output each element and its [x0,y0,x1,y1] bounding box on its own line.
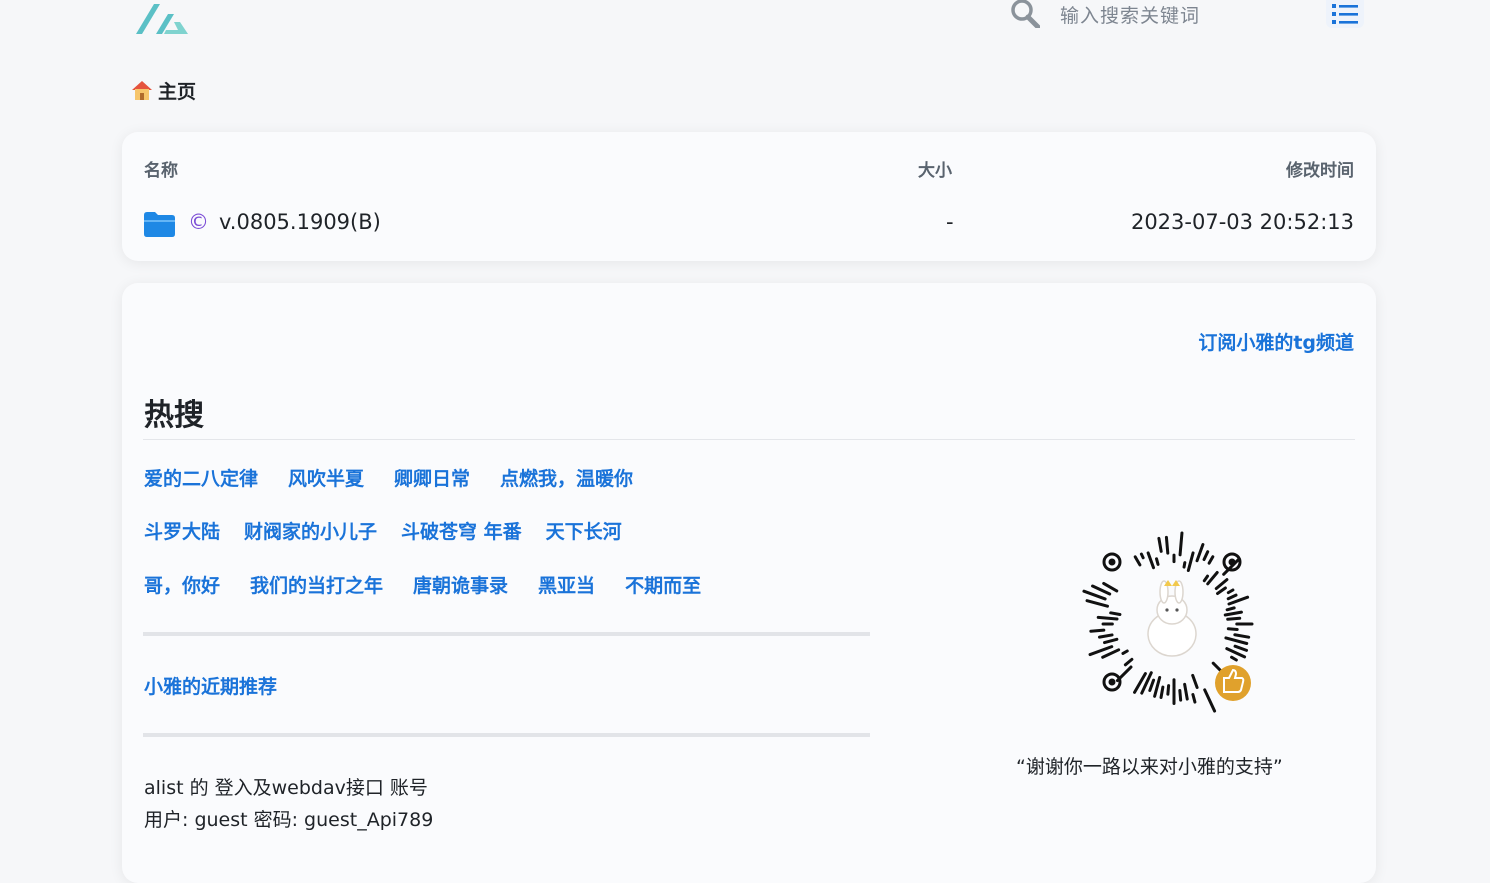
search-icon [1011,0,1040,28]
thanks-caption: “谢谢你一路以来对小雅的支持” [1016,756,1283,778]
hot-search-link[interactable]: 哥，你好 [144,571,220,598]
qr-dash [1159,685,1165,700]
qr-dash [1157,536,1163,553]
qr-dash [1223,610,1243,617]
account-credentials-line: 用户: guest 密码: guest_Api789 [144,809,434,831]
search-placeholder: 输入搜索关键词 [1060,4,1201,27]
header: 输入搜索关键词 [0,0,1490,60]
qr-dash [1082,589,1107,601]
hot-search-row: 爱的二八定律 风吹半夏 卿卿日常 点燃我，温暖你 [144,464,663,491]
house-icon [132,81,152,100]
qr-dash [1155,557,1160,566]
qr-dash [1164,535,1170,555]
hot-search-link[interactable]: 唐朝诡事录 [413,571,508,598]
divider [143,733,870,737]
hot-search-row: 斗罗大陆 财阀家的小儿子 斗破苍穹 年番 天下长河 [144,517,646,544]
hot-search-link[interactable]: 风吹半夏 [288,464,364,491]
alist-logo-icon[interactable] [134,0,190,36]
hot-search-title: 热搜 [144,398,204,433]
qr-dash [1101,648,1121,659]
qr-dash [1089,628,1106,633]
qr-dash [1139,552,1145,560]
qr-dash [1206,571,1219,586]
qr-dash [1109,611,1122,616]
qr-dash [1233,633,1251,639]
file-name[interactable]: © v.0805.1909(B) [188,210,381,234]
qr-dash [1226,593,1238,601]
qr-dash [1233,644,1249,652]
menu-button[interactable] [1326,0,1364,28]
recommend-link[interactable]: 小雅的近期推荐 [144,672,277,699]
qr-dash [1202,550,1210,562]
file-modified: 2023-07-03 20:52:13 [1130,210,1354,234]
qr-dash [1102,581,1119,593]
hot-search-link[interactable]: 点燃我，温暖你 [500,464,633,491]
qr-dash [1182,561,1187,569]
qr-dash [1226,616,1242,621]
qr-dash [1224,636,1249,645]
qr-dash [1226,627,1239,632]
qr-dash [1121,649,1129,655]
qr-dash [1133,555,1142,567]
column-header-modified[interactable]: 修改时间 [1286,156,1354,181]
qr-dash [1191,693,1197,704]
search-box[interactable]: 输入搜索关键词 [1010,0,1200,28]
qr-dash [1091,584,1112,596]
breadcrumb-home-label: 主页 [158,80,197,103]
column-header-size[interactable]: 大小 [918,156,952,181]
tg-channel-link[interactable]: 订阅小雅的tg频道 [1198,328,1354,355]
qr-dash [1097,633,1114,639]
qr-dash [1202,574,1210,583]
hot-search-link[interactable]: 财阀家的小儿子 [244,517,377,544]
qr-dash [1178,531,1184,557]
hot-search-link[interactable]: 黑亚当 [538,571,595,598]
qr-dash [1085,599,1109,608]
qr-dash [1148,678,1156,692]
qr-dash [1230,655,1238,662]
hot-search-link[interactable]: 卿卿日常 [394,464,470,491]
folder-icon [144,212,175,237]
divider [143,439,1355,440]
qr-dash [1203,688,1217,713]
qr-dash [1225,606,1236,612]
divider [143,632,870,636]
file-name-text: v.0805.1909(B) [219,210,381,234]
qr-dash [1178,689,1183,702]
qr-dash [1191,673,1199,689]
account-info-line: alist 的 登入及webdav接口 账号 [144,777,428,799]
hot-search-link[interactable]: 斗破苍穹 年番 [401,517,522,544]
qr-dash [1207,555,1215,565]
hot-search-link[interactable]: 斗罗大陆 [144,517,220,544]
qr-dash [1186,551,1195,572]
qr-code-icon [1082,531,1254,713]
qr-dash [1153,675,1162,698]
qr-dash [1103,637,1119,645]
breadcrumb[interactable]: 主页 [130,76,196,104]
qr-dash [1226,588,1235,595]
hot-search-link[interactable]: 不期而至 [625,571,701,598]
qr-dash [1195,543,1205,563]
copyright-symbol: © [188,210,209,234]
file-row[interactable]: © v.0805.1909(B) - 2023-07-03 20:52:13 [122,198,1376,252]
qr-dash [1096,615,1119,621]
hot-search-link[interactable]: 爱的二八定律 [144,464,258,491]
hot-search-row: 哥，你好 我们的当打之年 唐朝诡事录 黑亚当 不期而至 [144,571,731,598]
file-size: - [946,210,954,234]
list-menu-icon [1332,4,1358,24]
qr-dash [1183,682,1189,701]
column-header-name[interactable]: 名称 [144,156,178,181]
qr-dash [1166,684,1171,696]
qr-dash [1146,551,1156,570]
hot-search-link[interactable]: 天下长河 [546,517,622,544]
qr-dash [1123,657,1134,667]
hot-search-link[interactable]: 我们的当打之年 [250,571,383,598]
qr-dash [1216,586,1227,596]
